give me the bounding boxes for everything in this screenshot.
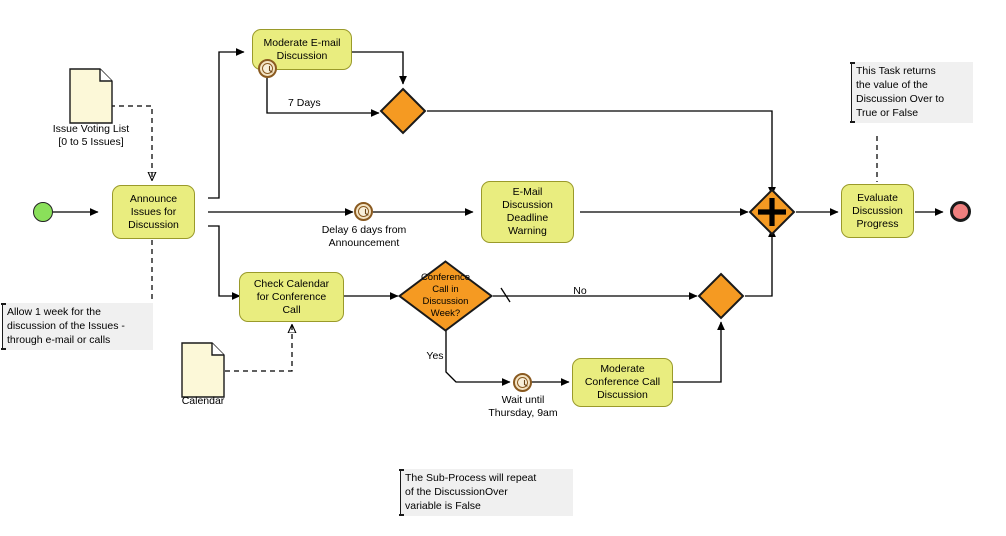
annotation-evaluate-task-note: This Task returns the value of the Discu… — [850, 62, 973, 123]
annotation-subprocess-repeat: The Sub-Process will repeat of the Discu… — [399, 469, 573, 516]
task-check-calendar-for-conference-call[interactable]: Check Calendar for Conference Call — [239, 272, 344, 322]
flow-7days-to-merge-top — [266, 78, 380, 117]
annotation-line: Discussion Over to — [856, 93, 945, 105]
task-evaluate-discussion-progress[interactable]: Evaluate Discussion Progress — [841, 184, 914, 238]
diamond-shape-icon — [697, 272, 745, 320]
label-line: [0 to 5 Issues] — [58, 136, 124, 148]
task-line: Discussion — [597, 389, 648, 401]
document-icon — [69, 68, 113, 124]
task-line: Conference Call — [584, 376, 661, 388]
flow-moderate-email-to-merge-top — [352, 51, 407, 85]
label-line: Announcement — [328, 237, 400, 249]
data-object-issue-voting-list[interactable] — [69, 68, 113, 124]
task-line: Call — [282, 303, 301, 316]
task-line: Discussion — [852, 204, 903, 217]
gateway-merge-top[interactable] — [379, 87, 427, 135]
task-line: Deadline — [506, 212, 549, 224]
task-line: Check Calendar — [253, 277, 330, 290]
clock-hands-icon — [523, 379, 528, 387]
document-icon — [181, 342, 225, 398]
bpmn-diagram-canvas: Announce Issues for Discussion Moderate … — [0, 0, 1006, 536]
start-event[interactable] — [33, 202, 53, 222]
data-object-calendar[interactable] — [181, 342, 225, 398]
clock-hands-icon — [268, 65, 273, 73]
annotation-allow-one-week: Allow 1 week for the discussion of the I… — [1, 303, 153, 350]
task-email-discussion-deadline-warning[interactable]: E-Mail Discussion Deadline Warning — [481, 181, 574, 243]
gateway-parallel-join[interactable] — [748, 188, 796, 236]
data-object-issue-voting-list-label: Issue Voting List [0 to 5 Issues] — [25, 123, 157, 149]
label-line: Issue Voting List — [52, 123, 130, 135]
diamond-shape-icon — [398, 260, 493, 332]
timer-wait-label: Wait until Thursday, 9am — [462, 394, 584, 420]
flow-label-no: No — [573, 285, 587, 297]
annotation-line: of the DiscussionOver — [405, 486, 508, 498]
task-line: for Conference — [256, 290, 327, 303]
task-line: Discussion — [502, 199, 553, 211]
flow-merge-top-to-parallel-join — [427, 110, 776, 196]
task-line: Evaluate — [857, 191, 898, 204]
task-line: E-Mail — [512, 186, 543, 198]
task-moderate-conference-call-discussion[interactable]: Moderate Conference Call Discussion — [572, 358, 673, 407]
intermediate-timer-event-delay-icon[interactable] — [354, 202, 373, 221]
data-object-calendar-label: Calendar — [153, 395, 253, 408]
gateway-conference-call-decision[interactable]: Conference Call in Discussion Week? — [398, 260, 493, 332]
annotation-line: through e-mail or calls — [7, 334, 111, 346]
task-line: Announce — [129, 192, 178, 205]
task-line: Issues for — [130, 205, 177, 218]
annotation-line: True or False — [856, 107, 919, 119]
end-event[interactable] — [950, 201, 971, 222]
label-line: Calendar — [181, 395, 225, 407]
default-flow-marker — [500, 287, 511, 303]
flow-label-7-days: 7 Days — [288, 97, 321, 109]
flow-merge-bottom-to-parallel-join — [745, 228, 776, 297]
task-announce-issues-for-discussion[interactable]: Announce Issues for Discussion — [112, 185, 195, 239]
label-line: Delay 6 days from — [321, 224, 407, 236]
annotation-line: the value of the — [856, 79, 928, 91]
task-line: Moderate — [600, 363, 645, 375]
clock-hands-icon — [364, 208, 369, 216]
task-line: Discussion — [128, 218, 179, 231]
timer-delay-label: Delay 6 days from Announcement — [293, 224, 435, 250]
flow-announce-to-moderate-email — [208, 48, 245, 199]
intermediate-timer-event-wait-icon[interactable] — [513, 373, 532, 392]
annotation-line: This Task returns — [856, 65, 936, 77]
gateway-merge-bottom[interactable] — [697, 272, 745, 320]
task-line: Warning — [508, 225, 547, 237]
annotation-line: discussion of the Issues - — [7, 320, 125, 332]
assoc-calendar-to-check-calendar — [225, 325, 292, 372]
task-line: Moderate E-mail — [263, 36, 341, 49]
flow-moderate-conf-to-merge-bottom — [673, 321, 725, 383]
annotation-line: The Sub-Process will repeat — [405, 472, 537, 484]
annotation-line: Allow 1 week for the — [7, 306, 101, 318]
boundary-timer-event-7days-icon[interactable] — [258, 59, 277, 78]
diamond-shape-icon — [379, 87, 427, 135]
label-line: Wait until — [501, 394, 545, 406]
task-line: Progress — [856, 217, 899, 230]
flow-label-yes: Yes — [426, 350, 444, 362]
flow-announce-to-check-calendar — [208, 225, 241, 300]
diamond-plus-icon — [748, 188, 796, 236]
label-line: Thursday, 9am — [488, 407, 558, 419]
annotation-line: variable is False — [405, 500, 481, 512]
flow-yes-to-wait-timer — [445, 330, 511, 386]
